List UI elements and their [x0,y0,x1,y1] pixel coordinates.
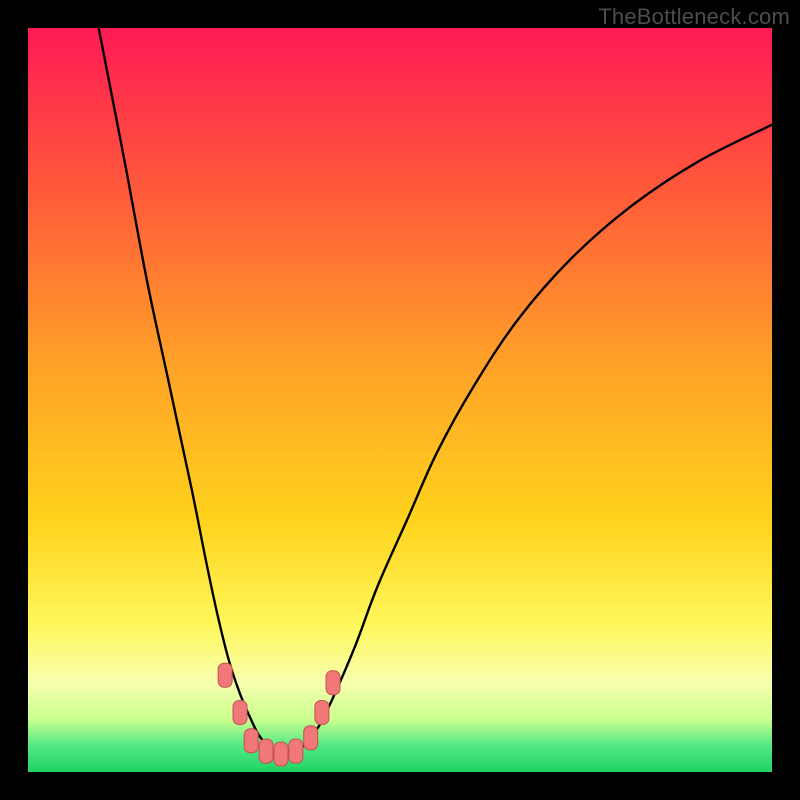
curve-marker [315,700,329,724]
plot-frame [28,28,772,772]
curve-marker [233,700,247,724]
curve-marker [326,671,340,695]
watermark-text: TheBottleneck.com [598,4,790,30]
curve-marker [274,742,288,766]
curve-marker [218,663,232,687]
curve-marker [259,739,273,763]
curve-marker [244,729,258,753]
curve-marker [289,739,303,763]
gradient-background [28,28,772,772]
curve-marker [304,726,318,750]
bottleneck-curve-plot [28,28,772,772]
